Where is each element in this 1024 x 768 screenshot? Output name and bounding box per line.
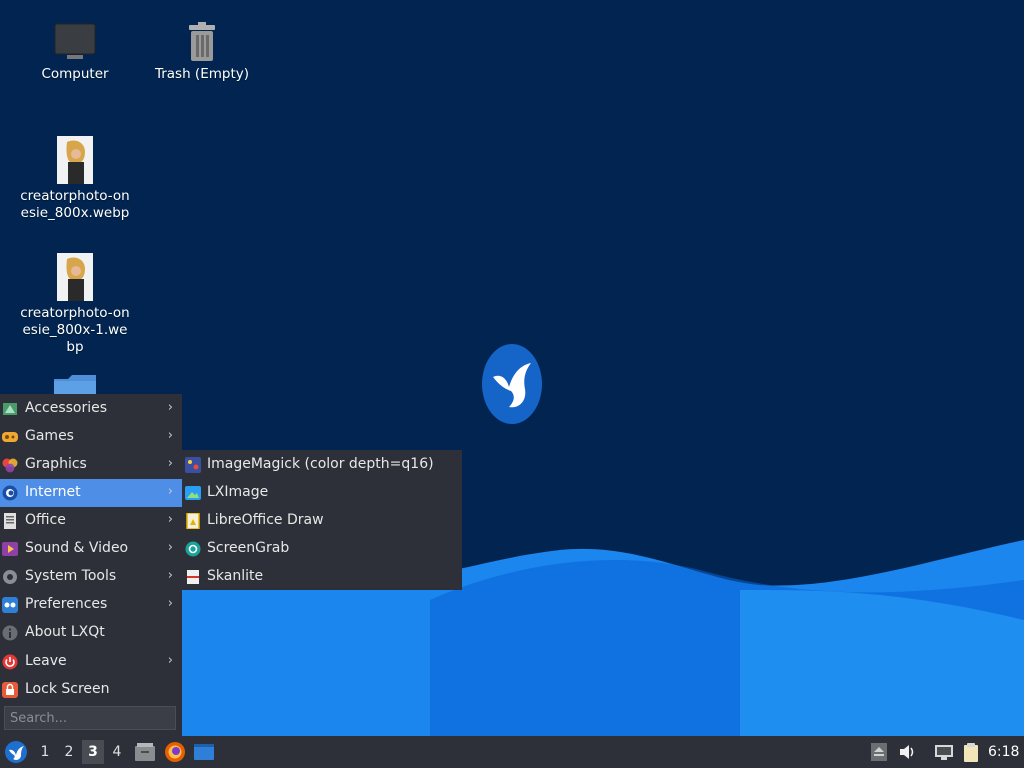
internet-submenu: ImageMagick (color depth=q16) LXImage Li… [182,450,462,590]
workspace-4[interactable]: 4 [106,740,128,764]
menu-item-sound-video[interactable]: Sound & Video › [0,535,182,563]
submenu-item-imagemagick[interactable]: ImageMagick (color depth=q16) [182,451,462,479]
volume-icon[interactable] [898,742,918,762]
menu-item-label: System Tools [25,568,117,584]
submenu-item-label: LXImage [207,484,269,500]
workspace-1[interactable]: 1 [34,740,56,764]
power-icon [2,654,18,670]
menu-item-label: Office [25,512,66,528]
clock[interactable]: 6:18 [988,736,1019,768]
submenu-item-lximage[interactable]: LXImage [182,479,462,507]
menu-item-leave[interactable]: Leave › [0,648,182,676]
lubuntu-logo [482,344,542,424]
computer-icon [54,23,96,59]
info-icon [2,625,18,641]
menu-item-lock-screen[interactable]: Lock Screen [0,676,182,704]
menu-item-label: Leave [25,653,67,669]
desktop-icon-trash[interactable]: Trash (Empty) [147,22,257,83]
chevron-right-icon: › [167,428,173,443]
chevron-right-icon: › [167,540,173,555]
screengrab-icon [185,541,201,557]
chevron-right-icon: › [167,456,173,471]
chevron-right-icon: › [167,568,173,583]
desktop-icon-label: Computer [41,66,109,82]
trash-icon [189,22,215,61]
menu-item-label: Games [25,428,74,444]
menu-item-label: Accessories [25,400,108,416]
start-menu-icon[interactable] [4,740,28,764]
clipboard-icon[interactable] [961,742,981,762]
desktop-icon-label: creatorphoto-onesie_800x-1.webp [20,305,130,355]
chevron-right-icon: › [167,484,173,499]
workspace-2[interactable]: 2 [58,740,80,764]
network-icon[interactable] [934,742,954,762]
submenu-item-label: Skanlite [207,568,264,584]
menu-item-graphics[interactable]: Graphics › [0,451,182,479]
menu-item-internet[interactable]: Internet › [0,479,182,507]
chevron-right-icon: › [167,653,173,668]
desktop-icon-image-file[interactable]: creatorphoto-onesie_800x-1.webp [20,253,130,356]
chevron-right-icon: › [167,512,173,527]
menu-item-label: About LXQt [25,624,105,640]
desktop-icon-image-file[interactable]: creatorphoto-onesie_800x.webp [20,136,130,222]
menu-search-input[interactable]: Search... [4,706,176,730]
sound-video-icon [2,542,18,556]
accessories-icon [3,403,17,415]
submenu-item-label: ImageMagick (color depth=q16) [207,456,434,472]
preferences-icon [2,597,18,613]
chevron-right-icon: › [167,596,173,611]
system-tools-icon [3,570,17,584]
submenu-item-screengrab[interactable]: ScreenGrab [182,535,462,563]
menu-item-office[interactable]: Office › [0,507,182,535]
menu-item-label: Graphics [25,456,87,472]
workspace-3[interactable]: 3 [82,740,104,764]
skanlite-icon [187,570,199,584]
eject-icon[interactable] [869,742,889,762]
window-icon[interactable] [193,741,215,763]
menu-item-games[interactable]: Games › [0,423,182,451]
chevron-right-icon: › [167,400,173,415]
menu-item-label: Internet [25,484,81,500]
menu-item-label: Preferences [25,596,108,612]
menu-item-label: Sound & Video [25,540,129,556]
submenu-item-skanlite[interactable]: Skanlite [182,563,462,591]
imagemagick-icon [185,457,201,473]
menu-item-system-tools[interactable]: System Tools › [0,563,182,591]
libreoffice-draw-icon [186,513,200,529]
desktop-icon-label: creatorphoto-onesie_800x.webp [20,188,130,221]
file-manager-icon[interactable] [134,741,156,763]
menu-item-label: Lock Screen [25,681,110,697]
desktop-icon-label: Trash (Empty) [154,66,250,82]
office-icon [4,513,16,529]
application-menu: Accessories › Games › Graphics › Interne… [0,394,182,736]
submenu-item-libreoffice-draw[interactable]: LibreOffice Draw [182,507,462,535]
image-thumbnail-icon [57,136,93,184]
menu-item-preferences[interactable]: Preferences › [0,591,182,619]
submenu-item-label: LibreOffice Draw [207,512,324,528]
internet-icon [2,485,18,501]
image-thumbnail-icon [57,253,93,301]
firefox-icon[interactable] [164,741,186,763]
games-icon [2,432,18,442]
menu-item-accessories[interactable]: Accessories › [0,395,182,423]
desktop-icon-computer[interactable]: Computer [20,22,130,83]
submenu-item-label: ScreenGrab [207,540,290,556]
lock-icon [2,682,18,698]
menu-item-about-lxqt[interactable]: About LXQt [0,619,182,647]
graphics-icon [2,458,18,473]
taskbar: 1 2 3 4 6:18 [0,736,1024,768]
lximage-icon [185,486,201,500]
